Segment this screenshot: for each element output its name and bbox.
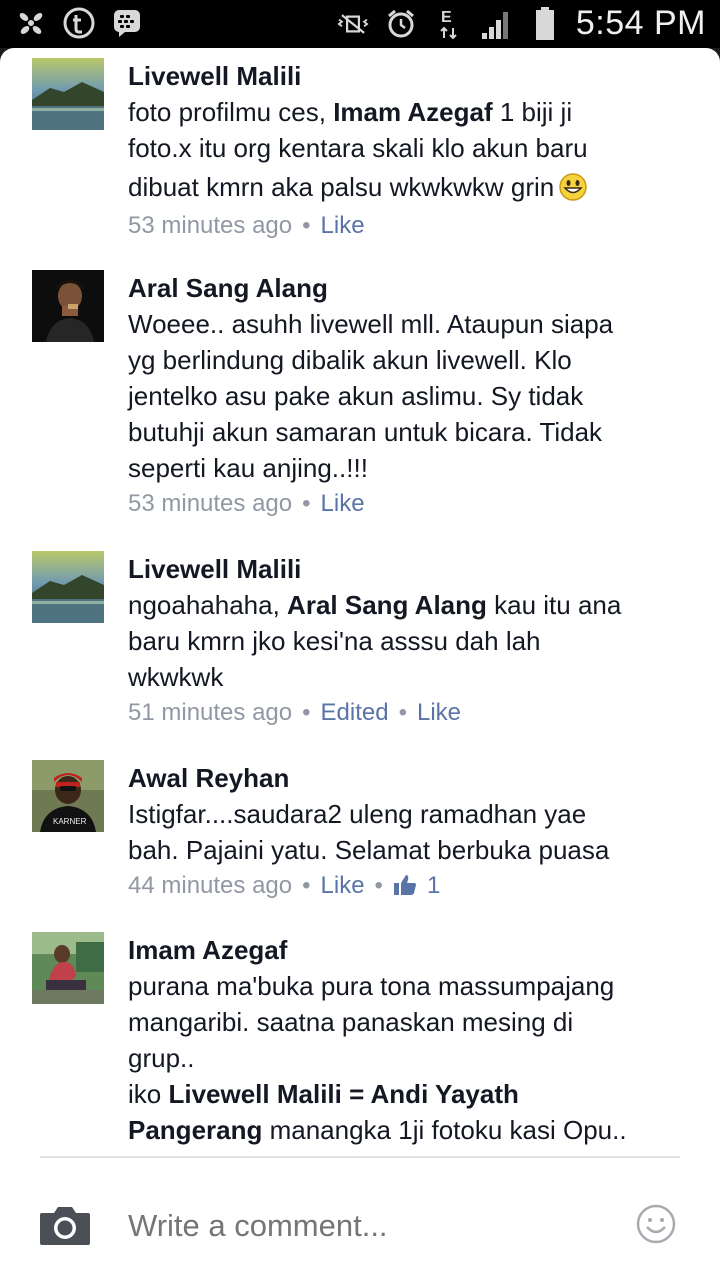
comment-text-line: yg berlindung dibalik akun livewell. Klo — [128, 345, 572, 375]
mentioned-user[interactable]: Aral Sang Alang — [287, 590, 487, 620]
data-e-icon: E — [432, 7, 466, 41]
comment-text-segment: foto profilmu ces, — [128, 97, 334, 127]
comment-text-line: baru kmrn jko kesi'na asssu dah lah — [128, 626, 541, 656]
comment-text-line: Istigfar....saudara2 uleng ramadhan yae — [128, 799, 587, 829]
comment-meta: 53 minutes ago • Like — [128, 486, 698, 522]
edited-link[interactable]: Edited — [321, 699, 389, 726]
status-bar-left — [14, 6, 144, 40]
like-link[interactable]: Like — [321, 490, 365, 517]
commenter-name[interactable]: Aral Sang Alang — [128, 270, 698, 306]
comment-composer — [0, 1156, 720, 1280]
separator-dot: • — [302, 490, 311, 517]
comment-text: Istigfar....saudara2 uleng ramadhan yae … — [128, 796, 698, 868]
commenter-name[interactable]: Imam Azegaf — [128, 932, 698, 968]
blackberry-messenger-icon — [110, 6, 144, 40]
comment-text-line: purana ma'buka pura tona massumpajang — [128, 971, 615, 1001]
separator-dot: • — [398, 699, 407, 726]
comment-body: Imam Azegaf purana ma'buka pura tona mas… — [128, 932, 698, 1148]
comment-text-segment: 1 biji ji — [492, 97, 573, 127]
comment-text: foto profilmu ces, Imam Azegaf 1 biji ji… — [128, 94, 698, 208]
comment-item: Livewell Malili foto profilmu ces, Imam … — [0, 58, 720, 258]
like-link[interactable]: Like — [417, 699, 461, 726]
status-bar: E 5:54 PM — [0, 0, 720, 48]
comment-body: Livewell Malili foto profilmu ces, Imam … — [128, 58, 698, 244]
comment-list[interactable]: Livewell Malili foto profilmu ces, Imam … — [0, 48, 720, 1156]
separator-dot: • — [302, 212, 311, 239]
avatar[interactable] — [32, 551, 104, 623]
mentioned-user[interactable]: Livewell Malili = Andi Yayath — [168, 1079, 518, 1109]
emoji-picker-icon[interactable] — [636, 1204, 676, 1244]
svg-text:E: E — [441, 9, 452, 26]
comment-input[interactable] — [128, 1206, 598, 1246]
comment-text-line: grup.. — [128, 1043, 195, 1073]
avatar[interactable] — [32, 932, 104, 1004]
comment-text: purana ma'buka pura tona massumpajang ma… — [128, 968, 698, 1148]
comment-body: Awal Reyhan Istigfar....saudara2 uleng r… — [128, 760, 698, 904]
comment-item: Aral Sang Alang Woeee.. asuhh livewell m… — [0, 270, 720, 530]
comment-text-segment: kau itu ana — [486, 590, 622, 620]
like-count[interactable]: 1 — [427, 872, 440, 899]
separator-dot: • — [374, 872, 383, 899]
like-link[interactable]: Like — [321, 212, 365, 239]
grin-emoji-icon — [559, 173, 588, 201]
vibrate-mute-icon — [336, 7, 370, 41]
comment-timestamp: 53 minutes ago — [128, 490, 293, 517]
comment-text: ngoahahaha, Aral Sang Alang kau itu ana … — [128, 587, 698, 695]
commenter-name[interactable]: Awal Reyhan — [128, 760, 698, 796]
like-link[interactable]: Like — [321, 872, 365, 899]
avatar[interactable]: KARNER — [32, 760, 104, 832]
comment-text-line: seperti kau anjing..!!! — [128, 453, 368, 483]
comment-timestamp: 44 minutes ago — [128, 872, 293, 899]
comment-meta: 44 minutes ago • Like • 1 — [128, 868, 698, 904]
comment-text-segment: iko — [128, 1079, 169, 1109]
signal-icon — [480, 7, 514, 41]
pinwheel-icon — [14, 6, 48, 40]
status-bar-right: E 5:54 PM — [336, 4, 706, 43]
alarm-icon — [384, 7, 418, 41]
battery-icon — [528, 6, 562, 41]
comment-item: Livewell Malili ngoahahaha, Aral Sang Al… — [0, 551, 720, 741]
comment-meta: 53 minutes ago • Like — [128, 208, 698, 244]
comment-text-line: mangaribi. saatna panaskan mesing di — [128, 1007, 574, 1037]
comment-text-line: bah. Pajaini yatu. Selamat berbuka puasa — [128, 835, 610, 865]
comment-item: Imam Azegaf purana ma'buka pura tona mas… — [0, 932, 720, 1156]
avatar[interactable] — [32, 270, 104, 342]
mentioned-user[interactable]: Pangerang — [128, 1115, 262, 1145]
mentioned-user[interactable]: Imam Azegaf — [333, 97, 492, 127]
commenter-name[interactable]: Livewell Malili — [128, 58, 698, 94]
separator-dot: • — [302, 699, 311, 726]
separator-dot: • — [302, 872, 311, 899]
thumbs-up-icon[interactable] — [393, 874, 417, 896]
comment-body: Aral Sang Alang Woeee.. asuhh livewell m… — [128, 270, 698, 522]
comment-text-line: butuhji akun samaran untuk bicara. Tidak — [128, 417, 603, 447]
comment-timestamp: 53 minutes ago — [128, 212, 293, 239]
comment-text-line: foto.x itu org kentara skali klo akun ba… — [128, 133, 588, 163]
avatar[interactable] — [32, 58, 104, 130]
comment-text-segment: dibuat kmrn aka palsu wkwkwkw grin — [128, 172, 555, 202]
svg-text:KARNER: KARNER — [53, 817, 87, 826]
comment-body: Livewell Malili ngoahahaha, Aral Sang Al… — [128, 551, 698, 731]
comment-text-segment: manangka 1ji fotoku kasi Opu.. — [262, 1115, 627, 1145]
commenter-name[interactable]: Livewell Malili — [128, 551, 698, 587]
tumblr-icon — [62, 6, 96, 40]
camera-icon[interactable] — [38, 1203, 92, 1247]
comment-text: Woeee.. asuhh livewell mll. Ataupun siap… — [128, 306, 698, 486]
divider — [40, 1156, 680, 1158]
comments-card: Livewell Malili foto profilmu ces, Imam … — [0, 48, 720, 1280]
comment-timestamp: 51 minutes ago — [128, 699, 293, 726]
status-time: 5:54 PM — [575, 4, 706, 42]
comment-meta: 51 minutes ago • Edited • Like — [128, 695, 698, 731]
comment-text-line: wkwkwk — [128, 662, 224, 692]
comment-text-line: jentelko asu pake akun aslimu. Sy tidak — [128, 381, 584, 411]
comment-text-line: Woeee.. asuhh livewell mll. Ataupun siap… — [128, 309, 614, 339]
comment-item: KARNER Awal Reyhan Istigfar....saudara2 … — [0, 760, 720, 920]
comment-text-segment: ngoahahaha, — [128, 590, 288, 620]
